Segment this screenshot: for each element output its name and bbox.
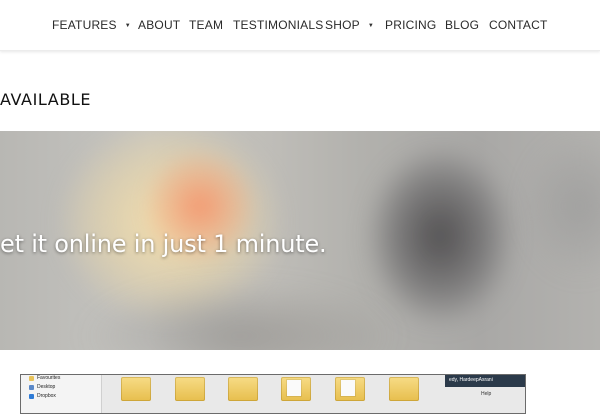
hero-background-blur <box>370 151 510 321</box>
chevron-down-icon: ▼ <box>124 23 131 29</box>
nav-item-label: TESTIMONIALS <box>233 18 324 32</box>
app-preview-image: Favourites Desktop Dropbox edy, HardeepA… <box>20 374 526 414</box>
nav-item-label: ABOUT <box>138 18 181 32</box>
folder-icon <box>389 377 419 401</box>
nav-item-contact[interactable]: CONTACT <box>489 17 548 33</box>
nav-item-team[interactable]: TEAM <box>189 17 223 33</box>
nav-item-label: CONTACT <box>489 18 548 32</box>
chevron-down-icon: ▼ <box>367 23 374 29</box>
nav-item-shop[interactable]: SHOP ▼ <box>325 17 374 33</box>
folder-icon <box>228 377 258 401</box>
preview-sidebar: Favourites Desktop Dropbox <box>21 375 102 413</box>
folder-icon <box>175 377 205 401</box>
nav-item-about[interactable]: ABOUT <box>138 17 180 33</box>
preview-help-menu: Help <box>481 391 492 397</box>
folder-icon <box>121 377 151 401</box>
section-heading: AVAILABLE <box>0 90 92 109</box>
nav-item-label: SHOP <box>325 18 360 32</box>
desktop-icon <box>29 385 34 390</box>
folder-icon <box>335 377 365 401</box>
nav-item-label: FEATURES <box>52 18 117 32</box>
preview-user-text: edy, HardeepAsrani <box>449 377 493 383</box>
document-icon <box>287 380 301 396</box>
hero-tagline: et it online in just 1 minute. <box>0 230 327 258</box>
nav-item-label: PRICING <box>385 18 437 32</box>
dropbox-icon <box>29 394 34 399</box>
preview-sidebar-item: Desktop <box>37 384 56 390</box>
preview-sidebar-item: Dropbox <box>37 393 56 399</box>
nav-item-features[interactable]: FEATURES ▼ <box>52 17 131 33</box>
folder-icon <box>281 377 311 401</box>
nav-item-label: TEAM <box>189 18 224 32</box>
preview-sidebar-item: Favourites <box>37 375 61 381</box>
nav-item-testimonials[interactable]: TESTIMONIALS <box>233 17 323 33</box>
nav-item-blog[interactable]: BLOG <box>445 17 479 33</box>
top-navigation: FEATURES ▼ ABOUT TEAM TESTIMONIALS SHOP ▼ … <box>0 0 600 51</box>
star-icon <box>29 376 34 381</box>
nav-item-pricing[interactable]: PRICING <box>385 17 436 33</box>
document-icon <box>341 380 355 396</box>
nav-item-label: BLOG <box>445 18 480 32</box>
hero-background-blur <box>520 131 600 281</box>
